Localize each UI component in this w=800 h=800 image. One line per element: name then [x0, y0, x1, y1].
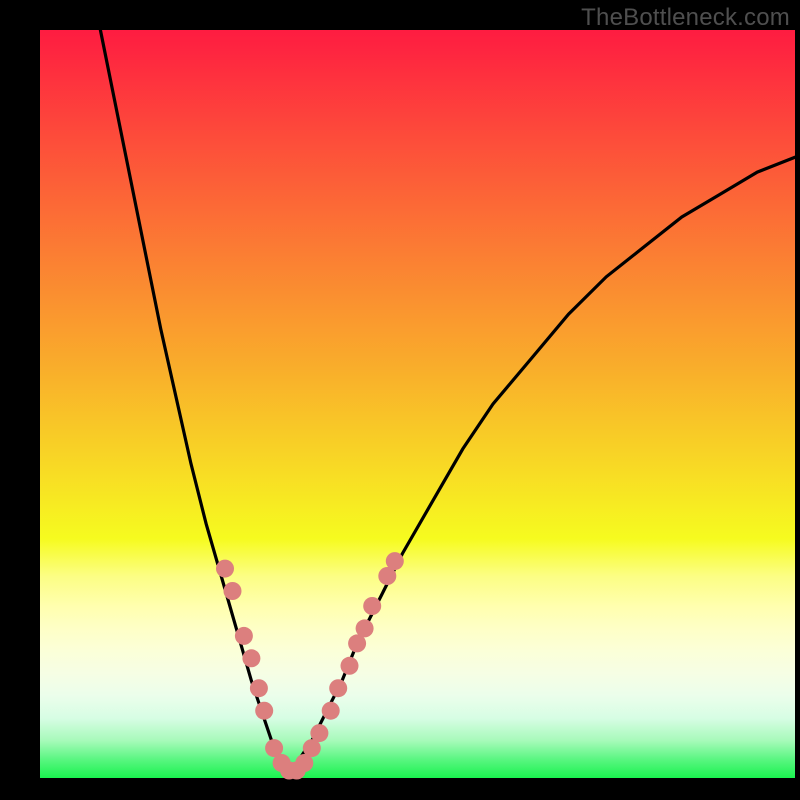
- data-marker: [341, 657, 359, 675]
- data-marker: [242, 649, 260, 667]
- plot-gradient-background: [40, 30, 795, 778]
- data-marker: [224, 582, 242, 600]
- data-marker: [250, 679, 268, 697]
- data-marker: [255, 702, 273, 720]
- data-marker: [322, 702, 340, 720]
- data-marker: [329, 679, 347, 697]
- watermark-text: TheBottleneck.com: [581, 4, 790, 32]
- chart-canvas: [0, 0, 800, 800]
- data-marker: [386, 552, 404, 570]
- data-marker: [310, 724, 328, 742]
- data-marker: [235, 627, 253, 645]
- data-marker: [216, 560, 234, 578]
- data-marker: [363, 597, 381, 615]
- chart-frame: TheBottleneck.com: [0, 0, 800, 800]
- data-marker: [356, 619, 374, 637]
